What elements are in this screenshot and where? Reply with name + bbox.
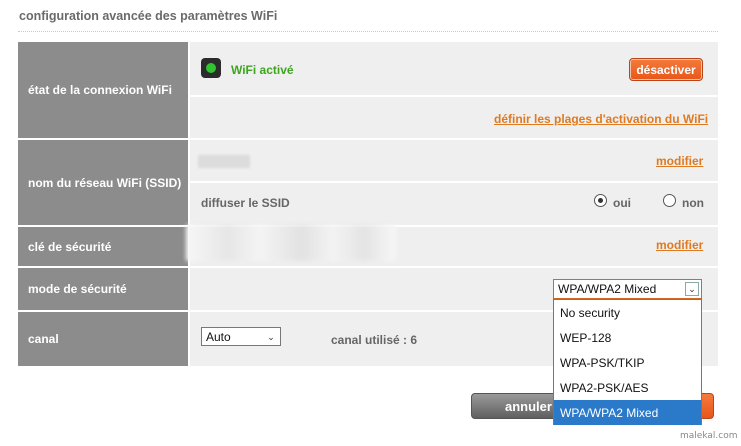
- channel-label: canal: [18, 312, 188, 366]
- page-title: configuration avancée des paramètres WiF…: [19, 9, 278, 23]
- broadcast-yes-label: oui: [613, 196, 631, 210]
- channel-used-text: canal utilisé : 6: [331, 333, 418, 347]
- broadcast-no-radio[interactable]: [663, 194, 676, 207]
- security-option-wpa2-psk-aes[interactable]: WPA2-PSK/AES: [554, 375, 701, 400]
- chevron-down-icon[interactable]: ⌄: [685, 282, 699, 296]
- chevron-down-icon[interactable]: ⌄: [264, 330, 278, 344]
- security-mode-dropdown: No security WEP-128 WPA-PSK/TKIP WPA2-PS…: [553, 299, 702, 425]
- watermark: malekal.com: [680, 431, 738, 441]
- wifi-status-text: WiFi activé: [231, 63, 294, 77]
- channel-select[interactable]: Auto ⌄: [201, 327, 281, 346]
- save-button[interactable]: [700, 393, 714, 419]
- deactivate-button[interactable]: désactiver: [629, 58, 703, 81]
- wifi-active-led-icon: [201, 58, 221, 78]
- security-key-label: clé de sécurité: [18, 227, 188, 266]
- ssid-modify-link[interactable]: modifier: [656, 154, 703, 168]
- security-mode-select[interactable]: WPA/WPA2 Mixed ⌄: [553, 279, 702, 299]
- security-option-wpa-wpa2-mixed[interactable]: WPA/WPA2 Mixed: [554, 400, 701, 425]
- broadcast-yes-radio[interactable]: [594, 194, 607, 207]
- schedule-link[interactable]: définir les plages d'activation du WiFi: [494, 112, 708, 126]
- ssid-value-cell: [190, 140, 718, 181]
- security-mode-label: mode de sécurité: [18, 268, 188, 310]
- security-mode-select-value: WPA/WPA2 Mixed: [558, 282, 657, 296]
- security-key-redacted: [186, 225, 396, 261]
- security-option-wep128[interactable]: WEP-128: [554, 325, 701, 350]
- broadcast-no-label: non: [682, 196, 704, 210]
- channel-select-value: Auto: [206, 329, 231, 344]
- security-option-wpa-psk-tkip[interactable]: WPA-PSK/TKIP: [554, 350, 701, 375]
- title-divider: [18, 31, 718, 32]
- security-key-modify-link[interactable]: modifier: [656, 238, 703, 252]
- connection-status-label: état de la connexion WiFi: [18, 42, 188, 138]
- broadcast-ssid-label: diffuser le SSID: [201, 196, 290, 210]
- ssid-label: nom du réseau WiFi (SSID): [18, 140, 188, 225]
- security-option-no-security[interactable]: No security: [554, 300, 701, 325]
- cancel-button[interactable]: annuler: [471, 393, 561, 419]
- ssid-value-redacted: [198, 155, 250, 168]
